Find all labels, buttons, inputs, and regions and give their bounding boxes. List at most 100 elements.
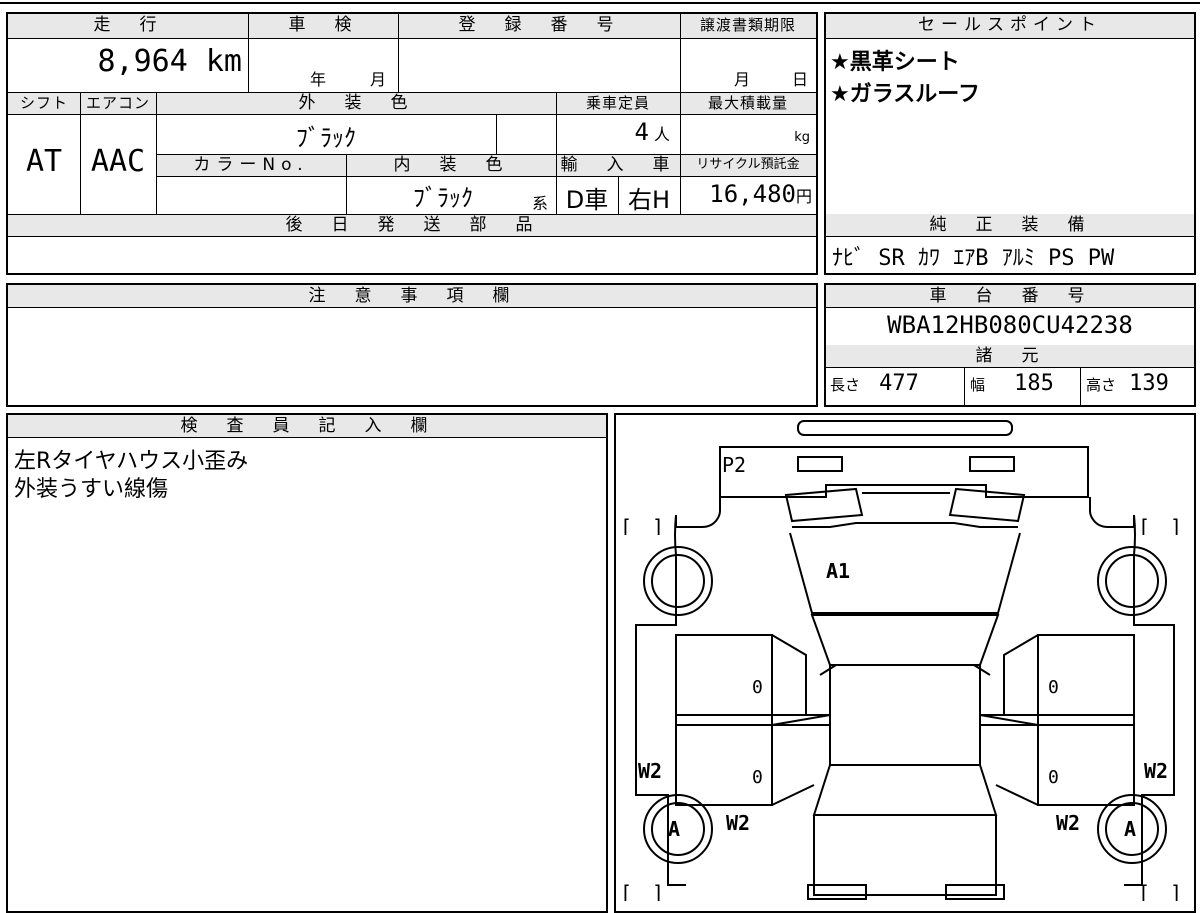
grid-line [156, 154, 816, 155]
max-load-label: 最大積載量 [680, 92, 816, 114]
mileage-unit: km [205, 44, 242, 79]
vehicle-info-box: 走 行 車 検 登 録 番 号 譲渡書類期限 8,964 km 年 月 月 日 … [6, 12, 818, 275]
mileage-value: 8,964 km [8, 44, 243, 84]
grid-line [1080, 367, 1081, 405]
import-d-car: D車 [565, 186, 609, 212]
grid-line [496, 114, 497, 154]
grid-line [826, 367, 1194, 368]
recycle-fee-number: 16,480 [709, 180, 796, 208]
shift-label: シフト [8, 92, 80, 114]
interior-color-label: 内 装 色 [346, 154, 556, 176]
mark-w2-left-inner: W2 [726, 811, 751, 835]
inspector-note-1: 左Rタイヤハウス小歪み [14, 449, 249, 473]
recycle-label: リサイクル預託金 [680, 154, 816, 176]
grid-line [8, 307, 816, 308]
spec-width-label: 幅 [970, 376, 986, 394]
spec-length-value: 477 [879, 371, 919, 396]
mark-w2-left-outer: W2 [638, 759, 663, 783]
genuine-equipment-label: 純 正 装 備 [826, 214, 1194, 236]
chassis-label: 車 台 番 号 [826, 285, 1194, 307]
deadline-day-label: 日 [792, 70, 809, 88]
later-parts-label: 後 日 発 送 部 品 [8, 214, 816, 236]
notes-box: 注 意 事 項 欄 [6, 283, 818, 407]
grid-line [680, 14, 681, 214]
grid-line [964, 367, 965, 405]
notes-label: 注 意 事 項 欄 [8, 285, 816, 307]
chassis-number: WBA12HB080CU42238 [887, 311, 1133, 339]
mileage-label: 走 行 [8, 14, 248, 38]
grid-line [80, 92, 81, 214]
grid-line [8, 437, 606, 438]
exterior-color-value: ﾌﾞﾗｯｸ [296, 124, 356, 150]
mark-w2-right-outer: W2 [1144, 759, 1169, 783]
mark-a-left: A [668, 817, 681, 841]
sales-points-label: セールスポイント [826, 14, 1194, 38]
mark-zero-3: 0 [1048, 677, 1059, 698]
grid-line [826, 236, 1194, 237]
color-no-label: カラーNo. [156, 154, 346, 176]
grid-line [8, 114, 816, 115]
mark-a-right: A [1124, 817, 1137, 841]
capacity-label: 乗車定員 [556, 92, 680, 114]
grid-line [8, 92, 816, 93]
later-parts-value [8, 236, 816, 273]
top-strip [0, 2, 1200, 4]
max-load-unit: kg [794, 130, 810, 145]
spec-length: 長さ 477 [830, 371, 960, 403]
mark-p2: P2 [722, 453, 747, 477]
sales-points-box: セールスポイント ★黒革シート ★ガラスルーフ 純 正 装 備 ﾅﾋﾞ SR ｶ… [824, 12, 1196, 275]
bracket-rear-right: [ ] [1138, 881, 1183, 901]
sales-point-2: ★ガラスルーフ [830, 82, 980, 106]
mark-zero-4: 0 [1048, 767, 1059, 788]
grid-line [826, 307, 1194, 308]
registration-label: 登 録 番 号 [398, 14, 680, 38]
recycle-fee-unit: 円 [795, 187, 812, 206]
grid-line [248, 14, 249, 92]
chassis-specs-box: 車 台 番 号 WBA12HB080CU42238 諸 元 長さ 477 幅 1… [824, 283, 1196, 407]
capacity-number: 4 [634, 118, 649, 146]
aircon-label: エアコン [80, 92, 156, 114]
grid-line [156, 92, 157, 214]
import-label: 輸 入 車 [556, 154, 680, 176]
inspector-label: 検 査 員 記 入 欄 [8, 415, 606, 437]
bracket-rear-left: [ ] [620, 881, 665, 901]
mileage-number: 8,964 [97, 44, 188, 79]
mark-w2-right-inner: W2 [1056, 811, 1081, 835]
genuine-equipment-value: ﾅﾋﾞ SR ｶﾜ ｴｱB ｱﾙﾐ PS PW [832, 246, 1115, 270]
spec-height: 高さ 139 [1086, 371, 1194, 403]
exterior-color-label: 外 装 色 [156, 92, 556, 114]
car-diagram-box: [ ] [ ] [ ] [ ] P2 A1 W2 W2 W2 W2 A A 0 … [614, 413, 1196, 913]
mark-zero-2: 0 [752, 767, 763, 788]
spec-height-value: 139 [1129, 371, 1169, 396]
spec-height-label: 高さ [1086, 376, 1117, 394]
grid-line [156, 176, 816, 177]
capacity-value: 4 人 [556, 118, 680, 154]
grid-line [8, 214, 816, 215]
capacity-unit: 人 [653, 125, 670, 144]
grid-line [398, 14, 399, 92]
grid-line [556, 92, 557, 214]
shift-value: AT [25, 144, 63, 179]
spec-length-label: 長さ [830, 376, 861, 394]
import-right-h: 右H [627, 186, 671, 212]
deadline-month-label: 月 [734, 70, 751, 88]
bracket-front-right: [ ] [1138, 515, 1183, 535]
grid-line [618, 176, 619, 214]
transfer-deadline-label: 譲渡書類期限 [680, 14, 816, 38]
inspector-box: 検 査 員 記 入 欄 左Rタイヤハウス小歪み 外装うすい線傷 [6, 413, 608, 913]
mark-a1: A1 [826, 559, 851, 583]
specs-label: 諸 元 [826, 345, 1194, 367]
spec-width: 幅 185 [970, 371, 1080, 403]
mark-zero-1: 0 [752, 677, 763, 698]
inspector-note-2: 外装うすい線傷 [14, 477, 169, 501]
inspection-year-label: 年 [310, 70, 327, 88]
grid-line [826, 38, 1194, 39]
bracket-front-left: [ ] [620, 515, 665, 535]
grid-line [8, 38, 816, 39]
grid-line [8, 236, 816, 237]
grid-line [346, 154, 347, 214]
sales-point-1: ★黒革シート [830, 50, 960, 74]
car-diagram [635, 420, 1175, 900]
interior-color-suffix: 系 [532, 194, 549, 210]
inspection-label: 車 検 [248, 14, 398, 38]
